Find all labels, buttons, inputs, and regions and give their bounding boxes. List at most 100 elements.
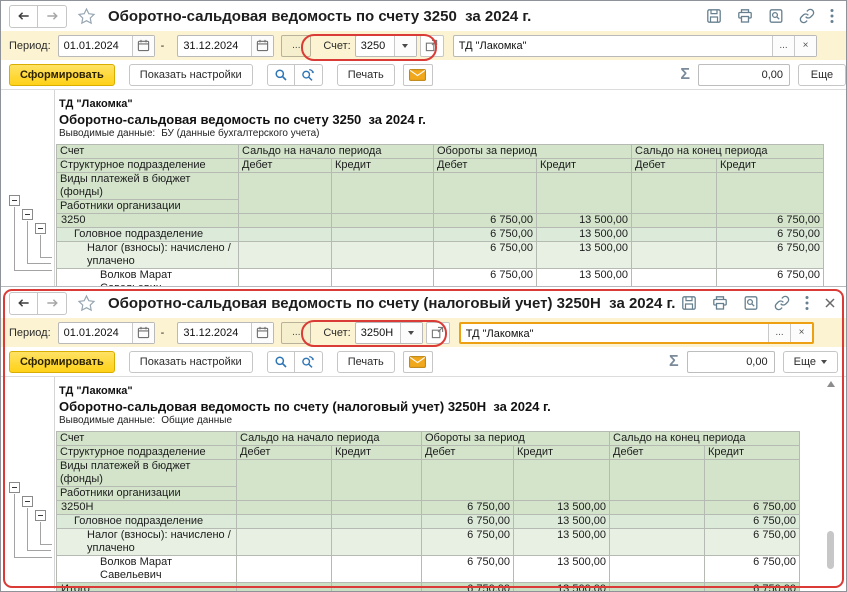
organization-value[interactable]: ТД "Лакомка" xyxy=(461,324,768,342)
date-from-value[interactable]: 01.01.2024 xyxy=(59,36,132,56)
search-next-button[interactable] xyxy=(295,64,323,86)
cell-value[interactable] xyxy=(332,242,434,269)
date-to-field[interactable]: 31.12.2024 xyxy=(177,35,274,57)
save-icon[interactable] xyxy=(681,295,697,311)
preview-icon[interactable] xyxy=(743,295,759,311)
cell-value[interactable]: 13 500,00 xyxy=(514,556,610,583)
cell-value[interactable]: 6 750,00 xyxy=(705,556,800,583)
org-clear-button[interactable]: × xyxy=(794,36,816,56)
forward-button[interactable] xyxy=(38,5,67,28)
search-next-button[interactable] xyxy=(295,351,323,373)
chevron-down-icon[interactable] xyxy=(394,36,416,56)
cell-value[interactable]: 6 750,00 xyxy=(705,515,800,529)
cell-value[interactable]: 13 500,00 xyxy=(514,529,610,556)
calendar-icon[interactable] xyxy=(132,36,154,56)
date-to-field[interactable]: 31.12.2024 xyxy=(177,322,274,344)
cell-value[interactable] xyxy=(237,583,332,592)
vertical-scrollbar[interactable] xyxy=(825,381,837,581)
favorite-star-icon[interactable] xyxy=(77,7,96,25)
favorite-star-icon[interactable] xyxy=(77,294,96,312)
cell-value[interactable]: 6 750,00 xyxy=(422,501,514,515)
cell-value[interactable]: 6 750,00 xyxy=(717,269,824,288)
cell-value[interactable] xyxy=(332,228,434,242)
cell-value[interactable]: 6 750,00 xyxy=(717,242,824,269)
row-label[interactable]: Налог (взносы): начислено / уплачено xyxy=(57,529,237,556)
row-label[interactable]: Головное подразделение xyxy=(57,515,237,529)
cell-value[interactable] xyxy=(632,228,717,242)
more-button[interactable]: Еще xyxy=(798,64,846,86)
cell-value[interactable]: 6 750,00 xyxy=(422,515,514,529)
tree-expander-division[interactable] xyxy=(22,209,33,220)
more-button[interactable]: Еще xyxy=(783,351,838,373)
chevron-down-icon[interactable] xyxy=(400,323,422,343)
period-more-button[interactable]: ... xyxy=(281,35,311,57)
cell-value[interactable] xyxy=(237,529,332,556)
organization-field[interactable]: ТД "Лакомка" ... × xyxy=(459,322,814,344)
cell-value[interactable]: 13 500,00 xyxy=(514,583,610,592)
calendar-icon[interactable] xyxy=(251,323,273,343)
row-label[interactable]: Волков Марат Савельевич xyxy=(57,269,239,288)
cell-value[interactable] xyxy=(632,269,717,288)
cell-value[interactable] xyxy=(332,583,422,592)
cell-value[interactable] xyxy=(332,515,422,529)
cell-value[interactable]: 6 750,00 xyxy=(717,214,824,228)
search-button[interactable] xyxy=(267,351,295,373)
account-value[interactable]: 3250 xyxy=(356,36,394,56)
sum-field[interactable]: 0,00 xyxy=(698,64,790,86)
organization-field[interactable]: ТД "Лакомка" ... × xyxy=(453,35,817,57)
preview-icon[interactable] xyxy=(768,8,784,24)
print-button[interactable]: Печать xyxy=(337,351,395,373)
print-icon[interactable] xyxy=(712,295,728,311)
back-button[interactable] xyxy=(9,292,38,315)
row-label[interactable]: 3250 xyxy=(57,214,239,228)
tree-expander-account[interactable] xyxy=(9,482,20,493)
cell-value[interactable]: 6 750,00 xyxy=(434,242,537,269)
cell-value[interactable]: 13 500,00 xyxy=(537,269,632,288)
cell-value[interactable] xyxy=(239,228,332,242)
cell-value[interactable] xyxy=(632,214,717,228)
calendar-icon[interactable] xyxy=(251,36,273,56)
generate-button[interactable]: Сформировать xyxy=(9,64,115,86)
open-account-button[interactable] xyxy=(420,35,444,57)
cell-value[interactable]: 6 750,00 xyxy=(705,583,800,592)
cell-value[interactable] xyxy=(237,515,332,529)
cell-value[interactable]: 6 750,00 xyxy=(705,529,800,556)
org-more-button[interactable]: ... xyxy=(772,36,794,56)
account-value[interactable]: 3250Н xyxy=(356,323,400,343)
more-menu-icon[interactable] xyxy=(830,8,834,24)
sum-field[interactable]: 0,00 xyxy=(687,351,775,373)
cell-value[interactable]: 13 500,00 xyxy=(537,242,632,269)
org-more-button[interactable]: ... xyxy=(768,324,790,342)
date-to-value[interactable]: 31.12.2024 xyxy=(178,36,251,56)
link-icon[interactable] xyxy=(774,295,790,311)
cell-value[interactable] xyxy=(239,242,332,269)
cell-value[interactable]: 13 500,00 xyxy=(537,214,632,228)
cell-value[interactable]: 6 750,00 xyxy=(422,583,514,592)
cell-value[interactable] xyxy=(610,501,705,515)
print-button[interactable]: Печать xyxy=(337,64,395,86)
more-menu-icon[interactable] xyxy=(805,295,809,311)
open-account-button[interactable] xyxy=(426,322,450,344)
cell-value[interactable] xyxy=(610,583,705,592)
cell-value[interactable] xyxy=(632,242,717,269)
cell-value[interactable] xyxy=(332,214,434,228)
cell-value[interactable] xyxy=(332,501,422,515)
date-from-value[interactable]: 01.01.2024 xyxy=(59,323,132,343)
mail-button[interactable] xyxy=(403,64,433,86)
row-label[interactable]: 3250Н xyxy=(57,501,237,515)
show-settings-button[interactable]: Показать настройки xyxy=(129,64,253,86)
cell-value[interactable]: 6 750,00 xyxy=(434,228,537,242)
cell-value[interactable]: 6 750,00 xyxy=(422,529,514,556)
cell-value[interactable] xyxy=(332,529,422,556)
cell-value[interactable] xyxy=(239,269,332,288)
scrollbar-thumb[interactable] xyxy=(827,531,834,569)
row-label[interactable]: Головное подразделение xyxy=(57,228,239,242)
cell-value[interactable] xyxy=(610,529,705,556)
cell-value[interactable]: 13 500,00 xyxy=(514,501,610,515)
save-icon[interactable] xyxy=(706,8,722,24)
row-label[interactable]: Волков Марат Савельевич xyxy=(57,556,237,583)
link-icon[interactable] xyxy=(799,8,815,24)
cell-value[interactable]: 13 500,00 xyxy=(514,515,610,529)
calendar-icon[interactable] xyxy=(132,323,154,343)
date-from-field[interactable]: 01.01.2024 xyxy=(58,322,155,344)
